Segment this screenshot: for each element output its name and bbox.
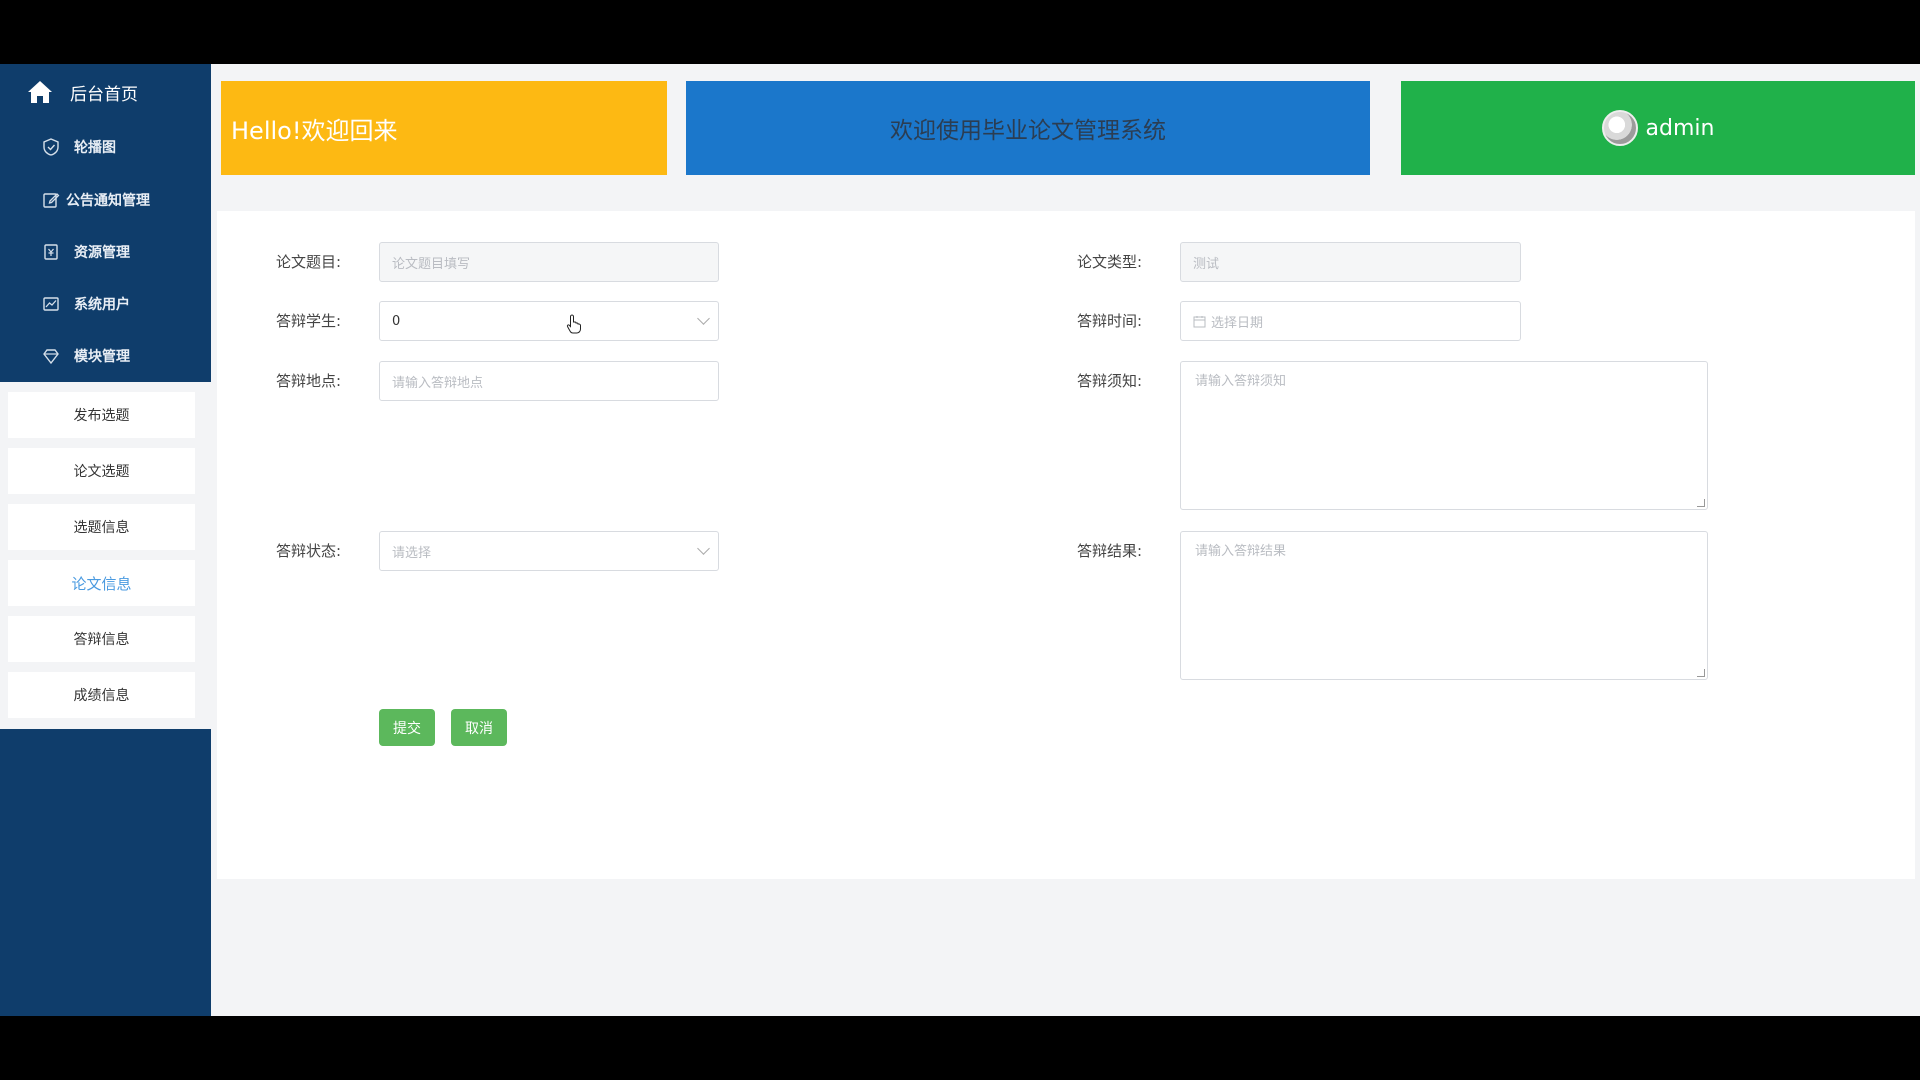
edit-icon (43, 193, 60, 208)
sidebar: 后台首页 轮播图 公告通知管理 资源管理 系统用户 模块管理 发布选题 论文选题… (0, 64, 211, 1016)
sidebar-item-label: 轮播图 (74, 140, 116, 156)
cancel-button[interactable]: 取消 (451, 709, 507, 746)
status-label: 答辩状态: (275, 542, 341, 560)
student-select[interactable]: 0 (379, 301, 719, 341)
status-select[interactable]: 请选择 (379, 531, 719, 571)
chevron-down-icon (697, 312, 710, 325)
result-label: 答辩结果: (1076, 542, 1142, 560)
submenu-item-thesis-info[interactable]: 论文信息 (8, 560, 195, 606)
submenu-item-score-info[interactable]: 成绩信息 (8, 672, 195, 718)
sidebar-item-label: 公告通知管理 (66, 193, 150, 209)
result-textarea[interactable]: 请输入答辩结果 (1180, 531, 1708, 680)
date-picker[interactable]: 选择日期 (1180, 301, 1521, 341)
sidebar-item-modules[interactable]: 模块管理 (0, 330, 211, 382)
sidebar-item-label: 模块管理 (74, 349, 130, 365)
calendar-icon (1193, 315, 1206, 327)
sidebar-home-label: 后台首页 (70, 84, 138, 105)
title-input[interactable]: 论文题目填写 (379, 242, 719, 282)
resize-handle-icon[interactable] (1697, 499, 1705, 507)
username: admin (1645, 115, 1715, 141)
submit-button[interactable]: 提交 (379, 709, 435, 746)
submenu-item-thesis-topic[interactable]: 论文选题 (8, 448, 195, 494)
student-value: 0 (392, 313, 401, 329)
type-value: 测试 (1193, 256, 1220, 272)
sidebar-item-label: 资源管理 (74, 245, 130, 261)
resize-handle-icon[interactable] (1697, 669, 1705, 677)
hand-cursor-icon (566, 314, 581, 334)
user-card[interactable]: admin (1401, 81, 1915, 175)
submenu-item-label: 答辩信息 (73, 632, 130, 648)
student-label: 答辩学生: (275, 312, 341, 330)
submenu-item-topic-info[interactable]: 选题信息 (8, 504, 195, 550)
document-icon (44, 244, 58, 260)
chart-icon (43, 297, 59, 311)
type-input[interactable]: 测试 (1180, 242, 1521, 282)
avatar[interactable] (1601, 110, 1638, 146)
submenu-item-label: 成绩信息 (73, 688, 130, 704)
home-icon (28, 81, 52, 103)
welcome-text: Hello!欢迎回来 (231, 116, 398, 145)
submenu-item-label: 选题信息 (73, 520, 130, 536)
location-input[interactable]: 请输入答辩地点 (379, 361, 719, 401)
diamond-icon (43, 349, 59, 365)
location-label: 答辩地点: (275, 372, 341, 390)
system-title: 欢迎使用毕业论文管理系统 (890, 118, 1166, 144)
form-panel: 论文题目: 论文题目填写 论文类型: 测试 答辩学生: 0 答辩时间: 选择日期… (217, 211, 1915, 879)
title-placeholder: 论文题目填写 (392, 256, 471, 272)
notice-label: 答辩须知: (1076, 372, 1142, 390)
status-placeholder: 请选择 (392, 545, 432, 561)
welcome-card: Hello!欢迎回来 (221, 81, 667, 175)
time-label: 答辩时间: (1076, 312, 1142, 330)
sidebar-item-notice[interactable]: 公告通知管理 (0, 174, 211, 226)
title-label: 论文题目: (275, 253, 341, 271)
notice-placeholder: 请输入答辩须知 (1195, 374, 1287, 389)
result-placeholder: 请输入答辩结果 (1195, 544, 1287, 559)
submenu-item-publish-topic[interactable]: 发布选题 (8, 392, 195, 438)
type-label: 论文类型: (1076, 253, 1142, 271)
location-placeholder: 请输入答辩地点 (392, 375, 484, 391)
submenu-item-defense-info[interactable]: 答辩信息 (8, 616, 195, 662)
chevron-down-icon (697, 542, 710, 555)
sidebar-home[interactable]: 后台首页 (0, 64, 211, 120)
sidebar-item-users[interactable]: 系统用户 (0, 278, 211, 330)
submenu-item-label: 论文选题 (73, 464, 130, 480)
submenu-item-label: 论文信息 (71, 574, 132, 593)
time-placeholder: 选择日期 (1211, 315, 1264, 331)
sidebar-item-label: 系统用户 (74, 297, 130, 313)
system-title-card: 欢迎使用毕业论文管理系统 (686, 81, 1370, 175)
submenu-item-label: 发布选题 (73, 408, 130, 424)
sidebar-submenu: 发布选题 论文选题 选题信息 论文信息 答辩信息 成绩信息 (0, 382, 211, 729)
sidebar-item-resources[interactable]: 资源管理 (0, 226, 211, 278)
notice-textarea[interactable]: 请输入答辩须知 (1180, 361, 1708, 510)
sidebar-item-carousel[interactable]: 轮播图 (0, 121, 211, 173)
shield-icon (43, 138, 59, 156)
app-screen: 后台首页 轮播图 公告通知管理 资源管理 系统用户 模块管理 发布选题 论文选题… (0, 64, 1920, 1016)
